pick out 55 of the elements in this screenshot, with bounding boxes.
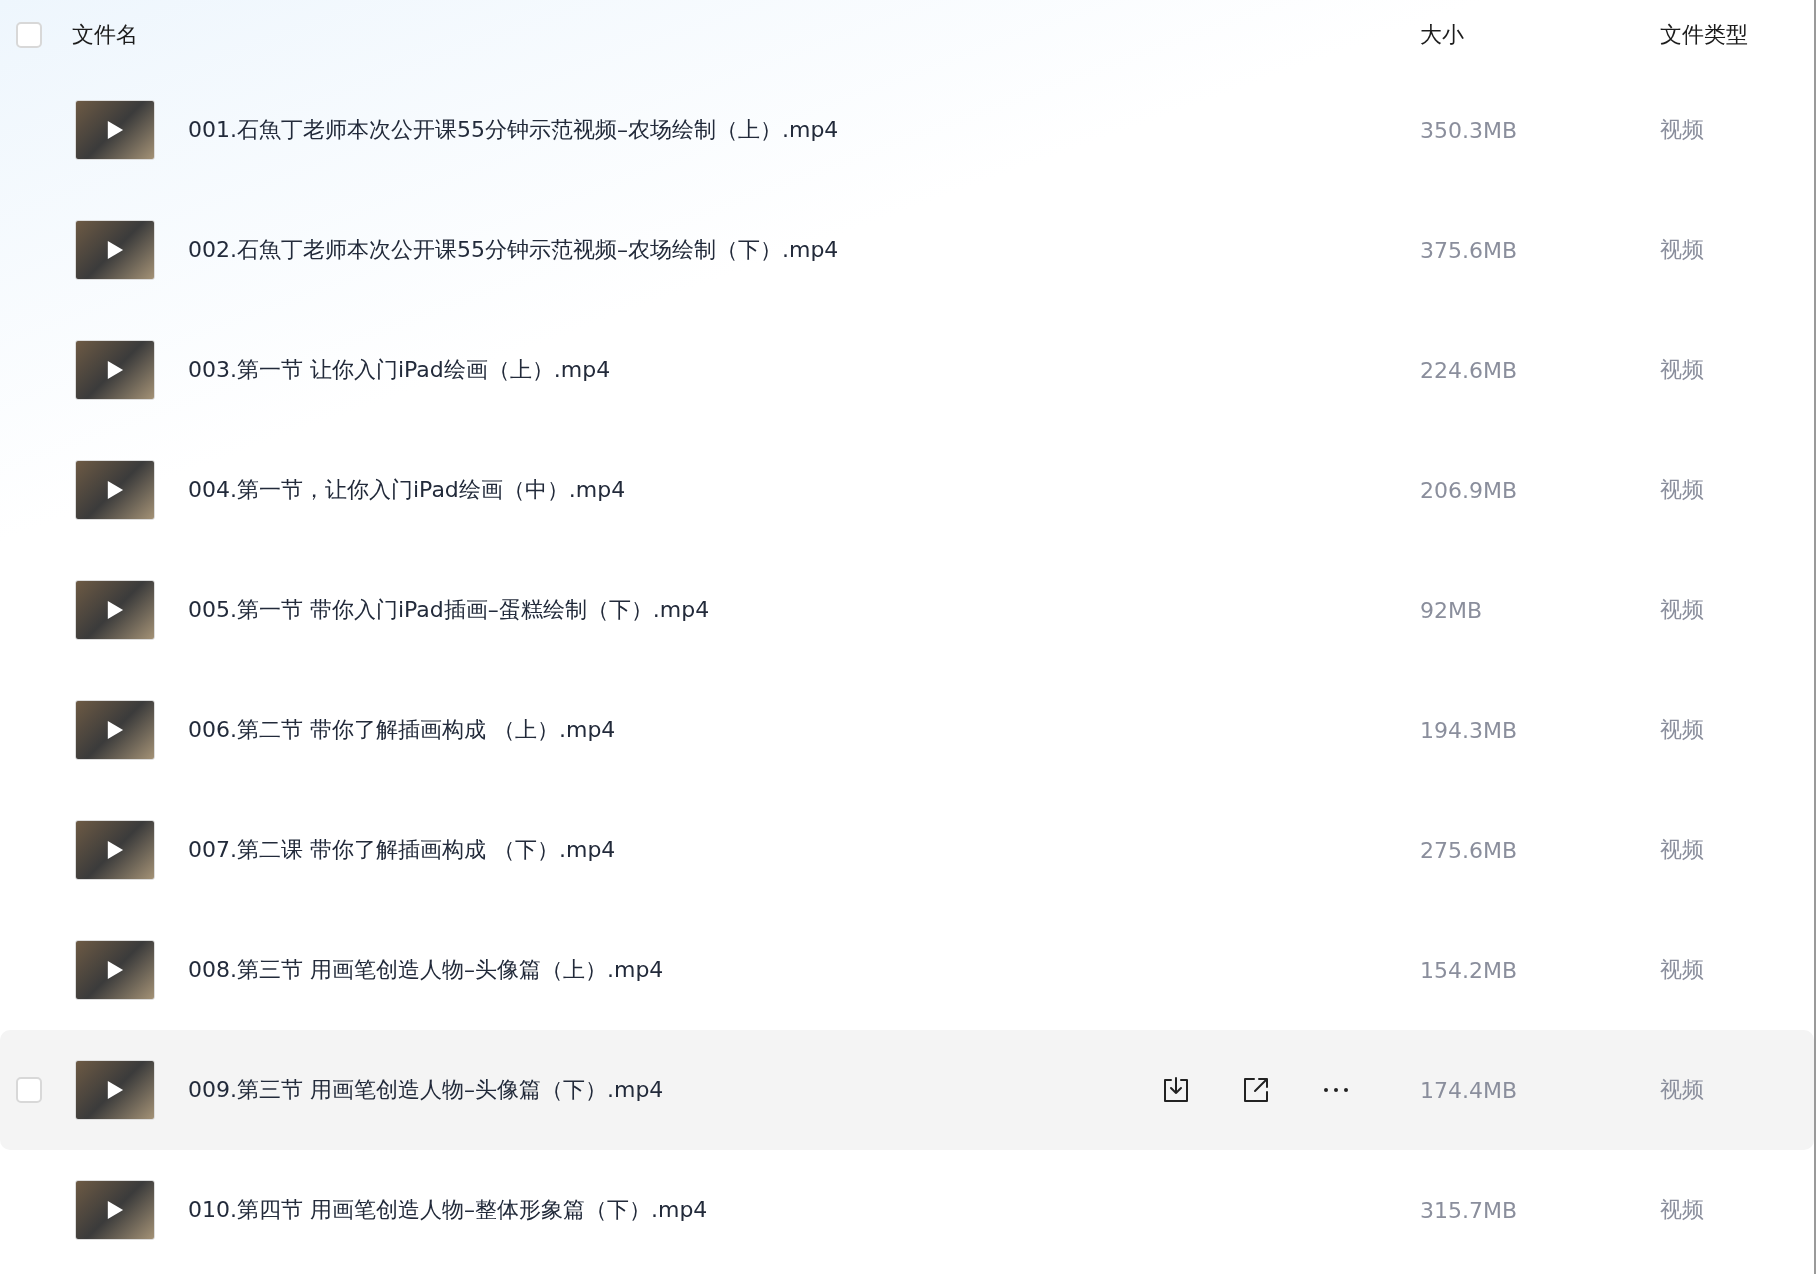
select-all-checkbox[interactable]	[16, 22, 42, 48]
file-type: 视频	[1660, 356, 1705, 384]
play-icon	[106, 1200, 124, 1220]
file-name[interactable]: 009.第三节 用画笔创造人物–头像篇（下）.mp4	[188, 1075, 1160, 1105]
file-row[interactable]: 010.第四节 用画笔创造人物–整体形象篇（下）.mp4 315.7MB 视频	[0, 1150, 1814, 1270]
play-icon	[106, 840, 124, 860]
file-size: 206.9MB	[1420, 477, 1519, 503]
file-size: 174.4MB	[1420, 1077, 1519, 1103]
column-header: 文件名	[72, 21, 139, 49]
file-name[interactable]: 007.第二课 带你了解插画构成 （下）.mp4	[188, 835, 1160, 865]
file-row[interactable]: 001.石魚丁老师本次公开课55分钟示范视频–农场绘制（上）.mp4 350.3MB 视频	[0, 70, 1814, 190]
play-icon	[106, 600, 124, 620]
file-row[interactable]: 008.第三节 用画笔创造人物–头像篇（上）.mp4 154.2MB 视频	[0, 910, 1814, 1030]
file-size: 154.2MB	[1420, 957, 1519, 983]
play-icon	[106, 960, 124, 980]
file-size: 275.6MB	[1420, 837, 1519, 863]
file-size: 224.6MB	[1420, 357, 1519, 383]
file-type: 视频	[1660, 476, 1705, 504]
file-size: 315.7MB	[1420, 1197, 1519, 1223]
file-type: 视频	[1660, 836, 1705, 864]
file-name[interactable]: 008.第三节 用画笔创造人物–头像篇（上）.mp4	[188, 955, 1160, 985]
file-row[interactable]: 003.第一节 让你入门iPad绘画（上）.mp4 224.6MB 视频	[0, 310, 1814, 430]
play-icon	[106, 240, 124, 260]
file-type: 视频	[1660, 236, 1705, 264]
play-icon	[106, 120, 124, 140]
column-header: 大小	[1420, 21, 1465, 49]
file-name[interactable]: 002.石魚丁老师本次公开课55分钟示范视频–农场绘制（下）.mp4	[188, 235, 1160, 265]
play-icon	[106, 360, 124, 380]
file-row[interactable]: 005.第一节 带你入门iPad插画–蛋糕绘制（下）.mp4 92MB 视频	[0, 550, 1814, 670]
file-type: 视频	[1660, 596, 1705, 624]
file-size: 92MB	[1420, 597, 1484, 623]
file-row[interactable]: 004.第一节，让你入门iPad绘画（中）.mp4 206.9MB 视频	[0, 430, 1814, 550]
file-name[interactable]: 003.第一节 让你入门iPad绘画（上）.mp4	[188, 355, 1160, 385]
play-icon	[106, 720, 124, 740]
file-row[interactable]: 007.第二课 带你了解插画构成 （下）.mp4 275.6MB 视频	[0, 790, 1814, 910]
row-checkbox[interactable]	[16, 1077, 42, 1103]
file-name[interactable]: 001.石魚丁老师本次公开课55分钟示范视频–农场绘制（上）.mp4	[188, 115, 1160, 145]
play-icon	[106, 480, 124, 500]
file-type: 视频	[1660, 1196, 1705, 1224]
play-icon	[106, 1080, 124, 1100]
file-row[interactable]: 009.第三节 用画笔创造人物–头像篇（下）.mp4 174.4MB 视频	[0, 1030, 1814, 1150]
file-size: 194.3MB	[1420, 717, 1519, 743]
file-name[interactable]: 004.第一节，让你入门iPad绘画（中）.mp4	[188, 475, 1160, 505]
file-type: 视频	[1660, 716, 1705, 744]
file-row[interactable]: 006.第二节 带你了解插画构成 （上）.mp4 194.3MB 视频	[0, 670, 1814, 790]
file-type: 视频	[1660, 1076, 1705, 1104]
file-type: 视频	[1660, 116, 1705, 144]
file-row[interactable]: 002.石魚丁老师本次公开课55分钟示范视频–农场绘制（下）.mp4 375.6MB 视频	[0, 190, 1814, 310]
file-name[interactable]: 006.第二节 带你了解插画构成 （上）.mp4	[188, 715, 1160, 745]
file-type: 视频	[1660, 956, 1705, 984]
file-name[interactable]: 005.第一节 带你入门iPad插画–蛋糕绘制（下）.mp4	[188, 595, 1160, 625]
file-size: 350.3MB	[1420, 117, 1519, 143]
file-size: 375.6MB	[1420, 237, 1519, 263]
column-header: 文件类型	[1660, 21, 1749, 49]
file-name[interactable]: 010.第四节 用画笔创造人物–整体形象篇（下）.mp4	[188, 1195, 1160, 1225]
